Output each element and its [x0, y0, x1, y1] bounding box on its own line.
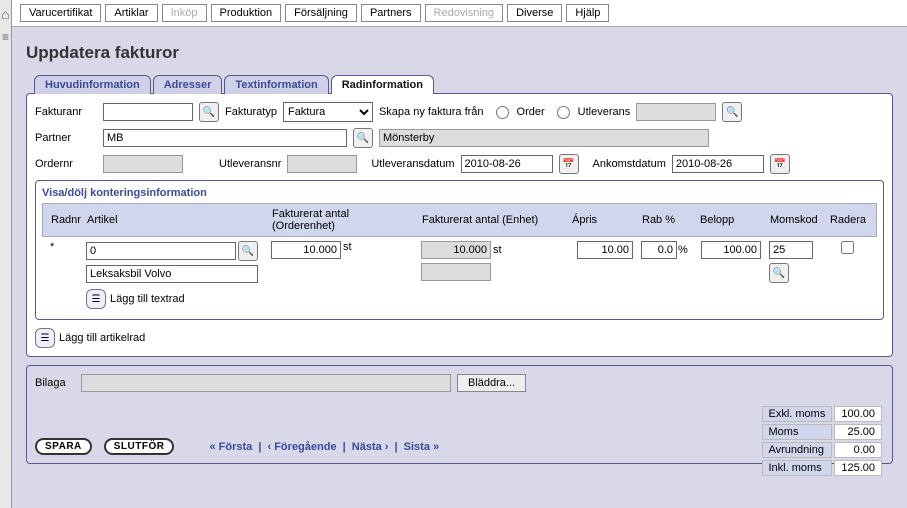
- fakturatyp-label: Fakturatyp: [225, 106, 277, 118]
- menu-partners[interactable]: Partners: [361, 4, 421, 22]
- hdr-moms: Momskod: [766, 214, 824, 226]
- menu-artiklar[interactable]: Artiklar: [105, 4, 157, 22]
- partner-label: Partner: [35, 132, 97, 144]
- ankomstdatum-label: Ankomstdatum: [593, 158, 666, 170]
- menu-forsaljning[interactable]: Försäljning: [285, 4, 357, 22]
- hdr-belopp: Belopp: [696, 214, 766, 226]
- add-textrad-button[interactable]: ☰: [86, 289, 106, 309]
- menu-hjalp[interactable]: Hjälp: [566, 4, 609, 22]
- enhet-unit: st: [493, 244, 502, 256]
- fakturatyp-select[interactable]: Faktura: [283, 102, 373, 122]
- cell-radnr: *: [46, 241, 82, 253]
- hdr-orderenhet: Fakturerat antal (Orderenhet): [268, 208, 418, 232]
- apris-input[interactable]: [577, 241, 633, 259]
- slutfor-button[interactable]: SLUTFÖR: [104, 438, 175, 455]
- menu-varucertifikat[interactable]: Varucertifikat: [20, 4, 101, 22]
- moms-search-icon[interactable]: 🔍: [769, 263, 789, 283]
- partner-search-icon[interactable]: 🔍: [353, 128, 373, 148]
- skapa-utleverans-radio[interactable]: [557, 106, 570, 119]
- hdr-apris: Ápris: [568, 214, 638, 226]
- skapa-order-radio[interactable]: [496, 106, 509, 119]
- ordernr-label: Ordernr: [35, 158, 97, 170]
- enhet-qty-display: [421, 241, 491, 259]
- moms-val: 25.00: [834, 424, 882, 440]
- add-artikelrad-label: Lägg till artikelrad: [59, 332, 145, 344]
- enhet-extra-display: [421, 263, 491, 281]
- rab-unit: %: [678, 244, 688, 256]
- order-qty-input[interactable]: [271, 241, 341, 259]
- artikel-search-icon[interactable]: 🔍: [238, 241, 258, 261]
- bilaga-input[interactable]: [81, 374, 451, 392]
- home-icon[interactable]: ⌂: [0, 6, 11, 22]
- radera-checkbox[interactable]: [841, 241, 854, 254]
- exkl-label: Exkl. moms: [762, 406, 833, 422]
- utleveransdatum-input[interactable]: [461, 155, 553, 173]
- nav-prev[interactable]: ‹ Föregående: [264, 441, 339, 453]
- partner-name-display: [379, 129, 709, 147]
- hdr-radera: Radera: [824, 214, 872, 226]
- skapa-ref-input[interactable]: [636, 103, 716, 121]
- utleveransnr-input: [287, 155, 357, 173]
- hdr-artikel: Artikel: [83, 214, 268, 226]
- menu-inkop: Inköp: [162, 4, 207, 22]
- menu-produktion[interactable]: Produktion: [211, 4, 282, 22]
- nav-last[interactable]: Sista »: [401, 441, 442, 453]
- add-artikelrad-button[interactable]: ☰: [35, 328, 55, 348]
- skapa-label: Skapa ny faktura från: [379, 106, 484, 118]
- ordernr-input: [103, 155, 183, 173]
- menu-icon[interactable]: ≡: [0, 30, 11, 44]
- belopp-input[interactable]: [701, 241, 761, 259]
- moms-label: Moms: [762, 424, 833, 440]
- artikel-name-input[interactable]: [86, 265, 258, 283]
- artikel-code-input[interactable]: [86, 242, 236, 260]
- partner-code-input[interactable]: [103, 129, 347, 147]
- exkl-val: 100.00: [834, 406, 882, 422]
- spara-button[interactable]: SPARA: [35, 438, 92, 455]
- fakturanr-label: Fakturanr: [35, 106, 97, 118]
- grid-row: * 🔍 ☰ Lägg till textrad: [42, 237, 877, 313]
- top-menu: Varucertifikat Artiklar Inköp Produktion…: [12, 0, 907, 27]
- hdr-enhet: Fakturerat antal (Enhet): [418, 214, 568, 226]
- utleveransnr-label: Utleveransnr: [219, 158, 281, 170]
- skapa-search-icon[interactable]: 🔍: [722, 102, 742, 122]
- utleveransdatum-calendar-icon[interactable]: 📅: [559, 154, 579, 174]
- inkl-label: Inkl. moms: [762, 460, 833, 476]
- ankomstdatum-input[interactable]: [672, 155, 764, 173]
- grid-header: Radnr Artikel Fakturerat antal (Orderenh…: [42, 203, 877, 237]
- avrund-label: Avrundning: [762, 442, 833, 458]
- tab-textinformation[interactable]: Textinformation: [224, 75, 328, 94]
- nav-next[interactable]: Nästa ›: [349, 441, 392, 453]
- rab-input[interactable]: [641, 241, 677, 259]
- toggle-kontering[interactable]: Visa/dölj konteringsinformation: [42, 187, 877, 199]
- browse-button[interactable]: Bläddra...: [457, 374, 526, 392]
- avrund-val: 0.00: [834, 442, 882, 458]
- utleverans-label: Utleverans: [578, 106, 631, 118]
- utleveransdatum-label: Utleveransdatum: [371, 158, 454, 170]
- moms-input[interactable]: [769, 241, 813, 259]
- menu-redovisning: Redovisning: [425, 4, 504, 22]
- page-title: Uppdatera fakturor: [26, 43, 893, 63]
- nav-first[interactable]: « Första: [206, 441, 255, 453]
- inkl-val: 125.00: [834, 460, 882, 476]
- menu-diverse[interactable]: Diverse: [507, 4, 562, 22]
- totals-table: Exkl. moms100.00 Moms25.00 Avrundning0.0…: [760, 404, 885, 478]
- tab-radinformation[interactable]: Radinformation: [331, 75, 434, 94]
- order-unit: st: [343, 241, 352, 253]
- tab-huvudinformation[interactable]: Huvudinformation: [34, 75, 151, 94]
- ankomstdatum-calendar-icon[interactable]: 📅: [770, 154, 790, 174]
- hdr-radnr: Radnr: [47, 214, 83, 226]
- tab-adresser[interactable]: Adresser: [153, 75, 223, 94]
- add-textrad-label: Lägg till textrad: [110, 293, 185, 305]
- fakturanr-input[interactable]: [103, 103, 193, 121]
- order-label: Order: [517, 106, 545, 118]
- bilaga-label: Bilaga: [35, 377, 75, 389]
- fakturanr-search-icon[interactable]: 🔍: [199, 102, 219, 122]
- hdr-rab: Rab %: [638, 214, 696, 226]
